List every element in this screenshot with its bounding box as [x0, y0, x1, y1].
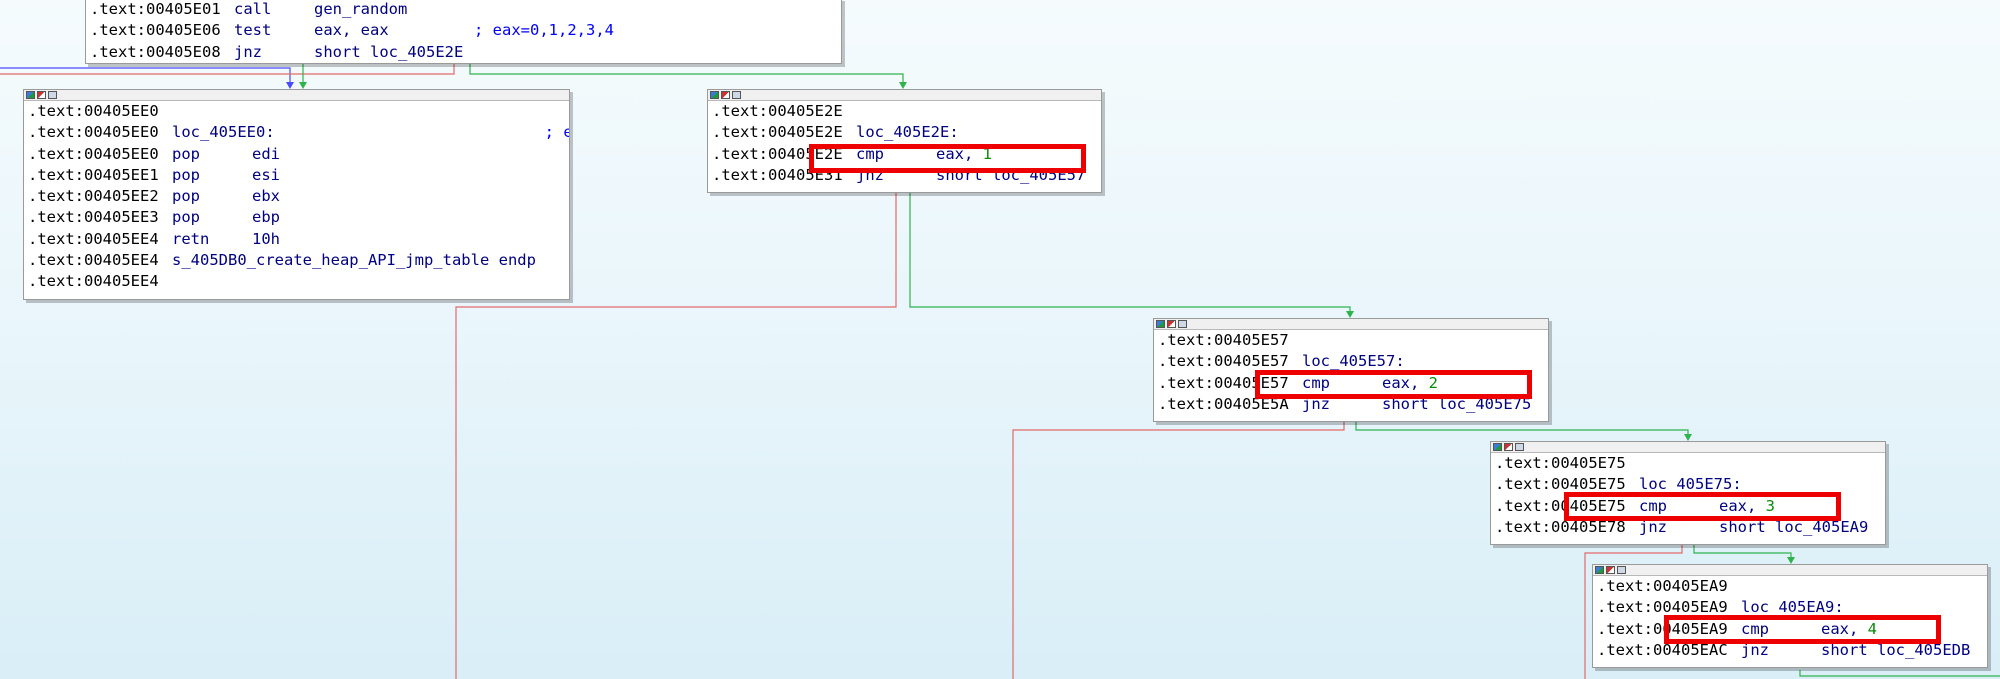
arrow-n4: [1787, 557, 1795, 564]
operand-text: short loc_405E2E: [314, 42, 464, 61]
color-icon[interactable]: [1595, 566, 1604, 574]
arrow-n1: [899, 82, 907, 89]
comment-text: ; eax=CCCCCCCC: [544, 123, 569, 142]
mnemonic-text: jnz: [234, 42, 262, 61]
grid-icon[interactable]: [48, 91, 57, 99]
address-text: .text:00405E01: [90, 0, 221, 18]
operand-text: esi: [252, 165, 280, 184]
mnemonic-text: s_405DB0_create_heap_API_jmp_table endp: [172, 251, 536, 270]
address-text: .text:00405EE0: [28, 123, 159, 142]
code-lines: .text:00405E01 call gen_random .text:00405E…: [86, 0, 841, 63]
arrow-n3: [1684, 434, 1692, 441]
graph-icon[interactable]: [1606, 566, 1615, 574]
highlight-box-cmp-4: [1664, 615, 1941, 644]
color-icon[interactable]: [1493, 443, 1502, 451]
graph-icon[interactable]: [1167, 320, 1176, 328]
code-line[interactable]: .text:00405EE1 pop esi: [24, 165, 569, 186]
code-line[interactable]: .text:00405EE0: [24, 101, 569, 122]
code-line[interactable]: .text:00405EA9: [1593, 576, 1987, 597]
operand-text: gen_random: [314, 0, 408, 18]
edge-n2-to-n3: [1355, 422, 1689, 434]
code-line[interactable]: .text:00405E2E loc_405E2E:: [708, 122, 1101, 143]
code-line[interactable]: .text:00405EE4: [24, 271, 569, 292]
code-line[interactable]: .text:00405EE4 s_405DB0_create_heap_API_j…: [24, 250, 569, 271]
arrow-exit-jump: [286, 82, 294, 89]
mnemonic-text: retn: [172, 229, 210, 248]
graph-icon[interactable]: [37, 91, 46, 99]
edge-top-to-n1: [469, 62, 904, 82]
node-header-bar[interactable]: [24, 90, 569, 101]
code-line[interactable]: .text:00405E2E: [708, 101, 1101, 122]
edge-top-to-exit-jump: [0, 67, 291, 82]
code-line[interactable]: .text:00405EE3 pop ebp: [24, 207, 569, 228]
address-text: .text:00405EE1: [28, 165, 159, 184]
grid-icon[interactable]: [732, 91, 741, 99]
address-text: .text:00405EE4: [28, 229, 159, 248]
mnemonic-text: call: [234, 0, 272, 18]
edge-n4-true: [1799, 670, 2000, 677]
code-line[interactable]: .text:00405E08 jnz short loc_405E2E: [86, 42, 841, 63]
arrow-n2: [1346, 311, 1354, 318]
code-line[interactable]: .text:00405E01 call gen_random: [86, 0, 841, 20]
address-text: .text:00405EE2: [28, 187, 159, 206]
mnemonic-text: pop: [172, 144, 200, 163]
address-text: .text:00405E06: [90, 21, 221, 40]
mnemonic-text: test: [234, 21, 272, 40]
operand-text: ebx: [252, 187, 280, 206]
edge-n3-to-n4: [1693, 545, 1792, 557]
edge-n1-to-n2: [909, 192, 1351, 311]
node-header-bar[interactable]: [1154, 319, 1548, 330]
code-block-top[interactable]: .text:00405E01 call gen_random .text:00405E…: [85, 0, 842, 64]
address-text: .text:00405E2E: [712, 123, 843, 142]
address-text: .text:00405E08: [90, 42, 221, 61]
address-text: .text:00405EE0: [28, 102, 159, 120]
highlight-box-cmp-3: [1564, 492, 1841, 521]
address-text: .text:00405E2E: [712, 102, 843, 120]
node-header-bar[interactable]: [1593, 565, 1987, 576]
color-icon[interactable]: [26, 91, 35, 99]
code-line[interactable]: .text:00405EE4 retn 10h: [24, 229, 569, 250]
address-text: .text:00405E57: [1158, 331, 1289, 349]
address-text: .text:00405EE4: [28, 272, 159, 291]
address-text: .text:00405EE3: [28, 208, 159, 227]
node-header-bar[interactable]: [1491, 442, 1885, 453]
node-header-bar[interactable]: [708, 90, 1101, 101]
color-icon[interactable]: [710, 91, 719, 99]
mnemonic-text: pop: [172, 165, 200, 184]
address-text: .text:00405EE4: [28, 251, 159, 270]
code-line[interactable]: .text:00405E57: [1154, 330, 1548, 351]
graph-icon[interactable]: [721, 91, 730, 99]
graph-icon[interactable]: [1504, 443, 1513, 451]
code-line[interactable]: .text:00405EE0 loc_405EE0: ; eax=CCCCCCCC: [24, 122, 569, 143]
highlight-box-cmp-1: [809, 144, 1086, 173]
address-text: .text:00405E75: [1495, 454, 1626, 472]
mnemonic-text: pop: [172, 208, 200, 227]
address-text: .text:00405EE0: [28, 144, 159, 163]
edge-n2-false: [1012, 422, 1345, 679]
grid-icon[interactable]: [1515, 443, 1524, 451]
code-block-loc-405e2e[interactable]: .text:00405E2E .text:00405E2E loc_405E2E:.…: [707, 89, 1102, 193]
mnemonic-text: loc_405E2E:: [856, 123, 959, 142]
grid-icon[interactable]: [1178, 320, 1187, 328]
color-icon[interactable]: [1156, 320, 1165, 328]
mnemonic-text: pop: [172, 187, 200, 206]
code-lines: .text:00405EE0 .text:00405EE0 loc_405EE0:;…: [24, 101, 569, 293]
operand-text: edi: [252, 144, 280, 163]
code-line[interactable]: .text:00405EE0 pop edi: [24, 144, 569, 165]
grid-icon[interactable]: [1617, 566, 1626, 574]
operand-text: 10h: [252, 229, 280, 248]
operand-text: ebp: [252, 208, 280, 227]
address-text: .text:00405EA9: [1597, 577, 1728, 595]
highlight-box-cmp-2: [1255, 370, 1532, 399]
code-line[interactable]: .text:00405EE2 pop ebx: [24, 186, 569, 207]
code-line[interactable]: .text:00405E75: [1491, 453, 1885, 474]
mnemonic-text: loc_405EE0:: [172, 123, 275, 142]
code-block-loc-405ee0[interactable]: .text:00405EE0 .text:00405EE0 loc_405EE0:;…: [23, 89, 570, 300]
code-line[interactable]: .text:00405E06 test eax, eax ; eax=0,1,2,3,…: [86, 20, 841, 41]
comment-text: ; eax=0,1,2,3,4: [474, 21, 614, 40]
arrow-exit-true: [299, 82, 307, 89]
operand-text: eax, eax: [314, 21, 389, 40]
